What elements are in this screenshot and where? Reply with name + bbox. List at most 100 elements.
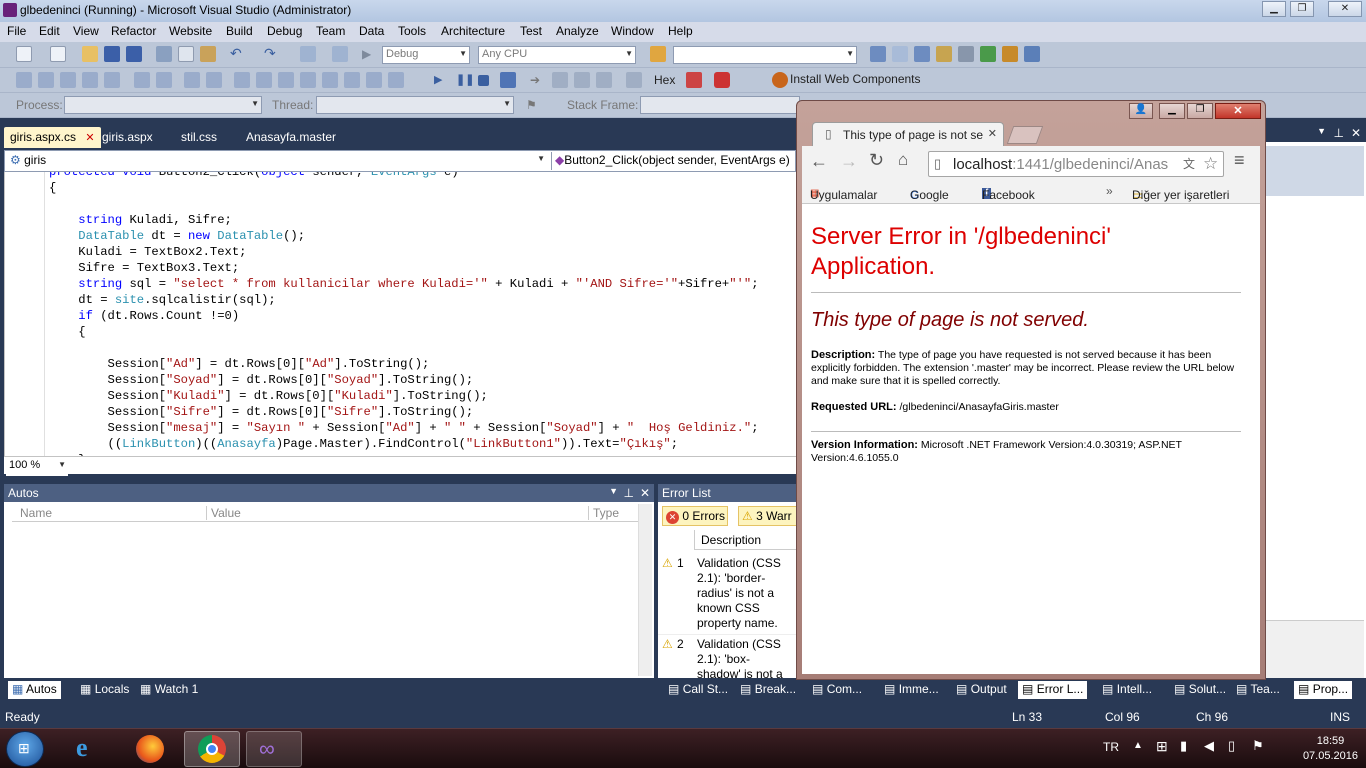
back-icon[interactable]: ←: [810, 151, 828, 172]
extension-manager-icon[interactable]: [958, 46, 974, 62]
next-bookmark-icon[interactable]: [256, 72, 272, 88]
close-tab-icon[interactable]: ✕: [85, 132, 94, 144]
taskbar-internet-explorer[interactable]: e: [62, 731, 118, 767]
volume-icon[interactable]: ◀: [1204, 738, 1214, 754]
tab-breakpoints[interactable]: ▤ Break...: [736, 681, 800, 699]
battery-icon[interactable]: ▯: [1228, 738, 1235, 754]
install-web-components-button[interactable]: Install Web Components: [790, 72, 921, 86]
flag-icon[interactable]: ⚑: [526, 97, 542, 113]
menu-debug[interactable]: Debug: [267, 24, 302, 38]
tab-intellitrace[interactable]: ▤ Intell...: [1098, 681, 1156, 699]
start-page-icon[interactable]: [980, 46, 996, 62]
continue-icon[interactable]: ▶: [434, 72, 450, 88]
restart-icon[interactable]: [500, 72, 516, 88]
solution-platform-select[interactable]: Any CPU ▼: [478, 46, 636, 64]
tab-anasayfa-master[interactable]: Anasayfa.master: [240, 127, 342, 148]
menu-analyze[interactable]: Analyze: [556, 24, 599, 38]
menu-build[interactable]: Build: [226, 24, 253, 38]
language-indicator[interactable]: TR: [1103, 740, 1119, 754]
quick-info-icon[interactable]: [60, 72, 76, 88]
new-project-icon[interactable]: [16, 46, 32, 62]
command-window-icon[interactable]: [1024, 46, 1040, 62]
menu-data[interactable]: Data: [359, 24, 384, 38]
forward-icon[interactable]: →: [840, 151, 858, 172]
close-icon[interactable]: ✕: [1351, 126, 1361, 140]
system-clock[interactable]: 18:59 07.05.2016: [1303, 734, 1358, 764]
table-row[interactable]: ⚠ 1 Validation (CSS 2.1): 'border-radius…: [658, 554, 798, 634]
column-value[interactable]: Value: [206, 506, 241, 520]
step-over-icon[interactable]: [574, 72, 590, 88]
minimize-button[interactable]: ▁: [1262, 1, 1286, 17]
action-center-icon[interactable]: ⊞: [1156, 738, 1168, 755]
copy-icon[interactable]: [178, 46, 194, 62]
stop-debugging-icon[interactable]: [478, 75, 489, 86]
tab-stil-css[interactable]: stil.css: [175, 127, 223, 148]
object-browser-icon[interactable]: [914, 46, 930, 62]
taskbar-chrome[interactable]: [184, 731, 240, 767]
start-button[interactable]: ⊞: [6, 731, 44, 767]
taskbar-firefox[interactable]: [122, 731, 178, 767]
uncomment-icon[interactable]: [184, 72, 200, 88]
add-item-icon[interactable]: [50, 46, 66, 62]
tab-properties[interactable]: ▤ Prop...: [1294, 681, 1353, 699]
redo-icon[interactable]: ↷: [264, 46, 280, 62]
paste-icon[interactable]: [200, 46, 216, 62]
close-button[interactable]: ✕: [1328, 1, 1362, 17]
thread-select[interactable]: ▼: [316, 96, 514, 114]
chrome-minimize-button[interactable]: ▁: [1159, 103, 1185, 119]
menu-help[interactable]: Help: [668, 24, 693, 38]
chrome-close-button[interactable]: ✕: [1215, 103, 1261, 119]
table-row[interactable]: ⚠ 2 Validation (CSS 2.1): 'box-shadow' i…: [658, 634, 798, 678]
server-explorer-icon[interactable]: [1002, 46, 1018, 62]
prev-bookmark-icon[interactable]: [234, 72, 250, 88]
close-tab-icon[interactable]: ✕: [988, 127, 997, 140]
network-icon[interactable]: ▮: [1180, 738, 1187, 754]
menu-tools[interactable]: Tools: [398, 24, 426, 38]
show-hidden-icons-icon[interactable]: ▲: [1133, 740, 1143, 751]
prev-bookmark-folder-icon[interactable]: [278, 72, 294, 88]
menu-architecture[interactable]: Architecture: [441, 24, 505, 38]
prev-bookmark-doc-icon[interactable]: [322, 72, 338, 88]
tab-giris-aspx[interactable]: giris.aspx: [96, 127, 159, 148]
decrease-indent-icon[interactable]: [104, 72, 120, 88]
tab-call-stack[interactable]: ▤ Call St...: [664, 681, 732, 699]
menu-view[interactable]: View: [73, 24, 99, 38]
warnings-filter-button[interactable]: ⚠ 3 Warr: [738, 506, 798, 526]
cut-icon[interactable]: [156, 46, 172, 62]
menu-team[interactable]: Team: [316, 24, 345, 38]
parameter-info-icon[interactable]: [38, 72, 54, 88]
description-column-header[interactable]: Description: [694, 530, 798, 550]
menu-test[interactable]: Test: [520, 24, 542, 38]
quick-watch-icon[interactable]: [626, 72, 642, 88]
page-info-icon[interactable]: ▯: [934, 156, 941, 172]
tab-team-explorer[interactable]: ▤ Tea...: [1232, 681, 1284, 699]
word-completion-icon[interactable]: [82, 72, 98, 88]
code-editor[interactable]: protected void Button2_Click(object send…: [4, 172, 796, 456]
breakpoints-icon[interactable]: [714, 72, 730, 88]
tab-error-list[interactable]: ▤ Error L...: [1018, 681, 1088, 699]
user-profile-icon[interactable]: 👤: [1129, 103, 1153, 119]
close-icon[interactable]: ✕: [640, 486, 650, 500]
step-out-icon[interactable]: [596, 72, 612, 88]
tab-locals[interactable]: ▦ Locals: [76, 681, 133, 699]
increase-indent-icon[interactable]: [134, 72, 150, 88]
save-icon[interactable]: [104, 46, 120, 62]
tab-autos[interactable]: ▦ Autos: [8, 681, 61, 699]
menu-window[interactable]: Window: [611, 24, 654, 38]
display-object-members-icon[interactable]: [16, 72, 32, 88]
dropdown-icon[interactable]: ▼: [609, 486, 618, 496]
more-bookmarks-button[interactable]: »: [1106, 184, 1113, 198]
save-all-icon[interactable]: [126, 46, 142, 62]
column-type[interactable]: Type: [588, 506, 619, 520]
flag-icon[interactable]: ⚑: [1252, 738, 1264, 754]
chrome-menu-icon[interactable]: ≡: [1234, 150, 1245, 171]
find-in-files-icon[interactable]: [650, 46, 666, 62]
menu-edit[interactable]: Edit: [39, 24, 60, 38]
autos-scrollbar[interactable]: [638, 504, 652, 676]
tab-immediate[interactable]: ▤ Imme...: [880, 681, 943, 699]
dropdown-icon[interactable]: ▼: [1317, 126, 1326, 136]
menu-file[interactable]: File: [7, 24, 26, 38]
tab-output[interactable]: ▤ Output: [952, 681, 1011, 699]
address-bar[interactable]: ▯ localhost:1441/glbedeninci/Anas 文 ☆: [928, 151, 1224, 177]
navigate-forward-icon[interactable]: [332, 46, 348, 62]
